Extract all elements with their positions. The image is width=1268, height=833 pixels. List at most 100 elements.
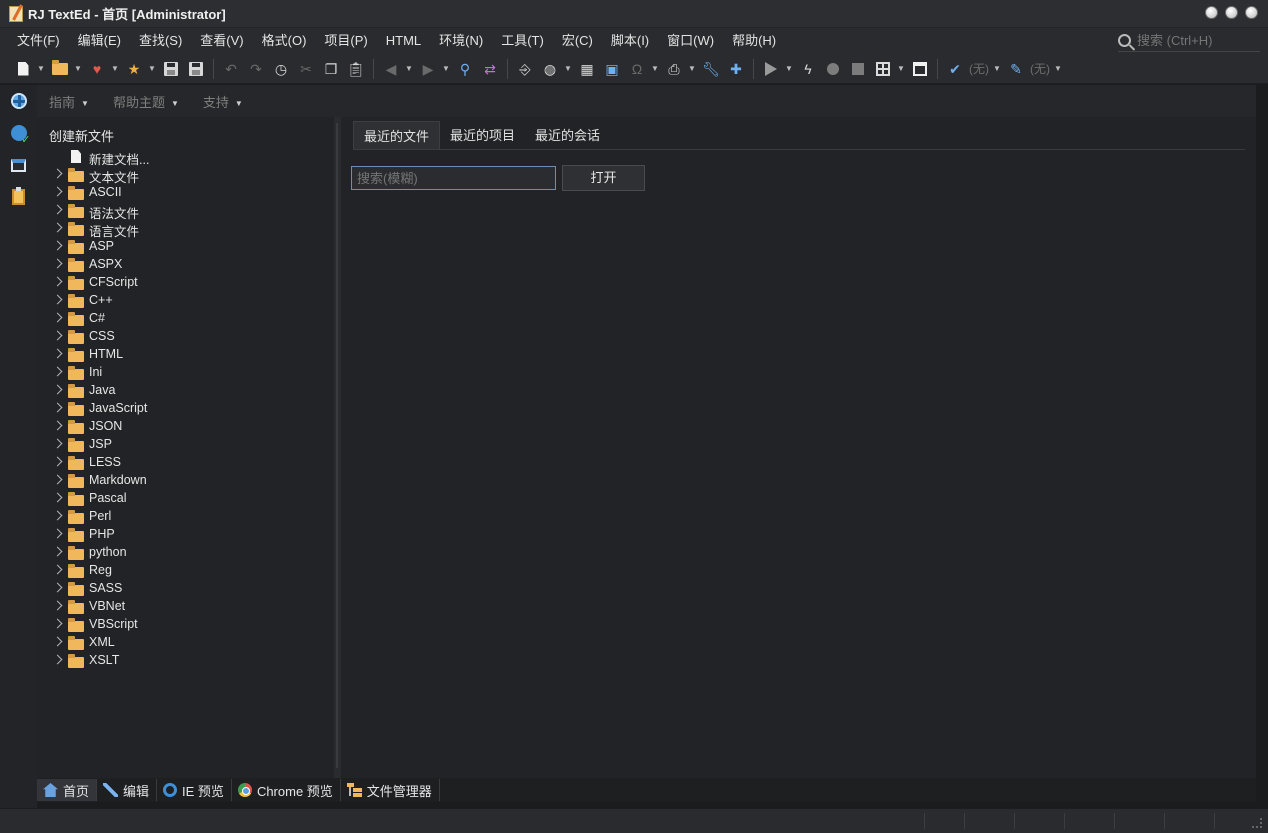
special-char-button[interactable]: Ω (626, 58, 648, 80)
goto-button[interactable]: ⎆ (514, 58, 536, 80)
tree-item-folder[interactable]: VBScript (37, 616, 334, 634)
chevron-right-icon[interactable] (52, 582, 63, 593)
resize-grip-icon[interactable] (1252, 818, 1262, 828)
back-button[interactable]: ◀ (380, 58, 402, 80)
find-button[interactable]: ⚲ (454, 58, 476, 80)
chevron-right-icon[interactable] (52, 546, 63, 557)
favorites-button[interactable]: ★ (123, 58, 145, 80)
run-dropdown[interactable]: ▼ (785, 58, 793, 80)
tree-item-folder[interactable]: ASPX (37, 256, 334, 274)
support-menu[interactable]: 支持 ▼ (203, 92, 243, 111)
tools-button[interactable]: 🔧︎ (700, 58, 722, 80)
new-file-dropdown[interactable]: ▼ (37, 58, 45, 80)
chevron-right-icon[interactable] (52, 240, 63, 251)
menu-help[interactable]: 帮助(H) (723, 28, 785, 54)
history-button[interactable]: ◷ (270, 58, 292, 80)
chevron-right-icon[interactable] (52, 636, 63, 647)
minimize-button[interactable] (1205, 6, 1218, 19)
tree-item-folder[interactable]: 语法文件 (37, 202, 334, 221)
menu-tools[interactable]: 工具(T) (492, 28, 553, 54)
maximize-button[interactable] (1225, 6, 1238, 19)
tree-item-folder[interactable]: Java (37, 382, 334, 400)
undo-button[interactable]: ↶ (220, 58, 242, 80)
recent-files-button[interactable]: ♥ (86, 58, 108, 80)
macro-run-button[interactable]: ϟ (797, 58, 819, 80)
chevron-right-icon[interactable] (52, 366, 63, 377)
forward-button[interactable]: ▶ (417, 58, 439, 80)
tree-item-folder[interactable]: JavaScript (37, 400, 334, 418)
chevron-right-icon[interactable] (52, 222, 63, 233)
menu-macro[interactable]: 宏(C) (553, 28, 602, 54)
favorites-dropdown[interactable]: ▼ (148, 58, 156, 80)
tree-item-folder[interactable]: JSON (37, 418, 334, 436)
open-file-button[interactable] (49, 58, 71, 80)
menu-format[interactable]: 格式(O) (253, 28, 316, 54)
chevron-right-icon[interactable] (52, 402, 63, 413)
menu-html[interactable]: HTML (377, 28, 430, 54)
highlighter-dropdown[interactable]: ▼ (1054, 58, 1062, 80)
save-all-button[interactable] (185, 58, 207, 80)
menu-project[interactable]: 项目(P) (315, 28, 376, 54)
menu-search[interactable]: 查找(S) (130, 28, 191, 54)
chevron-right-icon[interactable] (52, 312, 63, 323)
tab-home[interactable]: 首页 (37, 779, 98, 801)
chevron-right-icon[interactable] (52, 420, 63, 431)
close-button[interactable] (1245, 6, 1258, 19)
record-button[interactable] (822, 58, 844, 80)
stop-button[interactable] (847, 58, 869, 80)
chevron-right-icon[interactable] (52, 528, 63, 539)
tree-item-folder[interactable]: Perl (37, 508, 334, 526)
tree-item-folder[interactable]: python (37, 544, 334, 562)
paste-button[interactable]: 📋︎ (345, 58, 367, 80)
chevron-right-icon[interactable] (52, 186, 63, 197)
global-search-input[interactable] (1137, 33, 1255, 48)
chevron-right-icon[interactable] (52, 276, 63, 287)
layout-button[interactable] (872, 58, 894, 80)
tab-recent-sessions[interactable]: 最近的会话 (525, 121, 610, 150)
tab-edit[interactable]: 编辑 (97, 779, 158, 801)
chevron-right-icon[interactable] (52, 348, 63, 359)
layout-dropdown[interactable]: ▼ (897, 58, 905, 80)
tree-item-new-document[interactable]: 新建文档... (37, 148, 334, 167)
chevron-right-icon[interactable] (52, 564, 63, 575)
chevron-right-icon[interactable] (52, 474, 63, 485)
tree-item-folder[interactable]: HTML (37, 346, 334, 364)
recent-search-input[interactable] (351, 166, 556, 190)
menu-file[interactable]: 文件(F) (8, 28, 69, 54)
tree-item-folder[interactable]: XML (37, 634, 334, 652)
new-file-button[interactable] (12, 58, 34, 80)
tab-recent-files[interactable]: 最近的文件 (353, 121, 441, 150)
run-button[interactable] (760, 58, 782, 80)
recent-files-dropdown[interactable]: ▼ (111, 58, 119, 80)
chevron-right-icon[interactable] (52, 294, 63, 305)
menu-view[interactable]: 查看(V) (191, 28, 252, 54)
browser-button[interactable]: ◍ (539, 58, 561, 80)
chevron-right-icon[interactable] (52, 492, 63, 503)
chevron-right-icon[interactable] (52, 618, 63, 629)
rail-window-button[interactable] (0, 149, 37, 181)
tree-item-folder[interactable]: JSP (37, 436, 334, 454)
help-topics-menu[interactable]: 帮助主题 ▼ (113, 92, 179, 111)
tree-item-folder[interactable]: ASCII (37, 184, 334, 202)
plugins-button[interactable]: ✚ (725, 58, 747, 80)
tree-item-folder[interactable]: XSLT (37, 652, 334, 670)
menu-script[interactable]: 脚本(I) (602, 28, 658, 54)
highlighter-button[interactable]: ✎ (1005, 58, 1027, 80)
tree-item-folder[interactable]: Markdown (37, 472, 334, 490)
rail-clipboard-button[interactable] (0, 181, 37, 213)
chevron-right-icon[interactable] (52, 204, 63, 215)
tab-ie-preview[interactable]: IE 预览 (157, 779, 232, 801)
open-button[interactable]: 打开 (562, 165, 645, 191)
spellcheck-button[interactable]: ✔ (944, 58, 966, 80)
tree-item-folder[interactable]: Ini (37, 364, 334, 382)
guide-menu[interactable]: 指南 ▼ (49, 92, 89, 111)
special-char-dropdown[interactable]: ▼ (651, 58, 659, 80)
tree-item-folder[interactable]: SASS (37, 580, 334, 598)
tree-item-folder[interactable]: VBNet (37, 598, 334, 616)
panel-toggle-button[interactable] (909, 58, 931, 80)
tab-chrome-preview[interactable]: Chrome 预览 (232, 779, 341, 801)
tree-item-folder[interactable]: 语言文件 (37, 220, 334, 239)
cut-button[interactable]: ✂ (295, 58, 317, 80)
tree-item-folder[interactable]: PHP (37, 526, 334, 544)
browser-dropdown[interactable]: ▼ (564, 58, 572, 80)
